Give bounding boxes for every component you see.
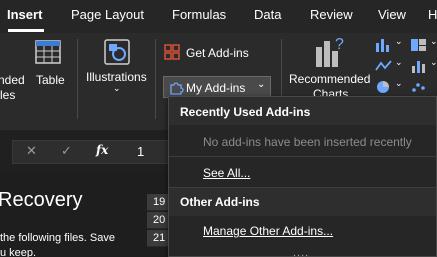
my-addins-button[interactable]: My Add-ins ⌄ <box>163 76 271 98</box>
recovery-title: Recovery <box>0 189 83 211</box>
tab-insert[interactable]: Insert <box>7 7 42 22</box>
no-addins-message: No add-ins have been inserted recently <box>203 135 412 149</box>
recommended-pivottables-label-partial[interactable]: nded <box>0 73 25 87</box>
recovery-description-2: u keep. <box>0 247 37 257</box>
illustrations-label: Illustrations <box>86 70 147 84</box>
chevron-down-icon[interactable]: ⌄ <box>430 36 437 47</box>
active-tab-indicator <box>8 29 44 32</box>
illustrations-icon <box>104 39 130 65</box>
svg-text:?: ? <box>335 36 344 53</box>
tab-data[interactable]: Data <box>254 7 281 22</box>
table-icon <box>35 40 61 64</box>
resize-grip[interactable]: .... <box>293 247 309 257</box>
column-chart-icon[interactable] <box>375 37 393 53</box>
cancel-icon[interactable]: ✕ <box>26 143 37 159</box>
store-icon <box>164 44 180 60</box>
tab-home-partial[interactable]: H <box>428 7 437 22</box>
chevron-down-icon[interactable]: ⌄ <box>395 36 403 47</box>
statistic-chart-icon[interactable] <box>410 58 428 74</box>
line-chart-icon[interactable] <box>375 58 393 74</box>
recommended-charts-label: Recommended <box>289 72 371 86</box>
pie-chart-icon[interactable] <box>375 79 393 95</box>
recovery-description: the following files. Save <box>0 232 115 244</box>
addin-puzzle-icon <box>170 82 184 95</box>
recommended-pivottables-label-partial-2[interactable]: les <box>0 88 15 102</box>
chevron-down-icon: ⌄ <box>113 83 121 93</box>
chevron-down-icon[interactable]: ⌄ <box>395 57 403 68</box>
formula-input[interactable]: 1 <box>137 144 144 159</box>
insert-function-icon[interactable]: fx <box>96 143 108 157</box>
chevron-down-icon: ⌄ <box>257 79 266 90</box>
recently-used-header: Recently Used Add-ins <box>180 105 311 119</box>
see-all-menu-item[interactable]: See All... <box>203 166 250 180</box>
my-addins-label: My Add-ins <box>186 81 246 95</box>
tab-view[interactable]: View <box>378 7 406 22</box>
scatter-chart-icon[interactable] <box>410 79 428 95</box>
table-label: Table <box>36 73 65 87</box>
tab-page-layout[interactable]: Page Layout <box>71 7 144 22</box>
ribbon-group-separator <box>155 39 156 119</box>
my-addins-dropdown: Recently Used Add-ins No add-ins have be… <box>168 96 437 257</box>
chevron-down-icon[interactable]: ⌄ <box>395 78 403 89</box>
ribbon-tab-bar: Insert Page Layout Formulas Data Review … <box>0 0 437 33</box>
chevron-down-icon[interactable]: ⌄ <box>430 57 437 68</box>
confirm-icon[interactable]: ✓ <box>61 143 72 159</box>
recommended-charts-icon: ? <box>316 36 344 67</box>
get-addins-label: Get Add-ins <box>186 46 249 60</box>
other-addins-header: Other Add-ins <box>180 195 260 209</box>
tab-review[interactable]: Review <box>310 7 353 22</box>
menu-divider <box>169 156 436 157</box>
tab-formulas[interactable]: Formulas <box>172 7 226 22</box>
ribbon-group-separator <box>77 39 78 119</box>
hierarchy-chart-icon[interactable] <box>410 37 428 53</box>
manage-other-addins-menu-item[interactable]: Manage Other Add-ins... <box>203 224 333 238</box>
